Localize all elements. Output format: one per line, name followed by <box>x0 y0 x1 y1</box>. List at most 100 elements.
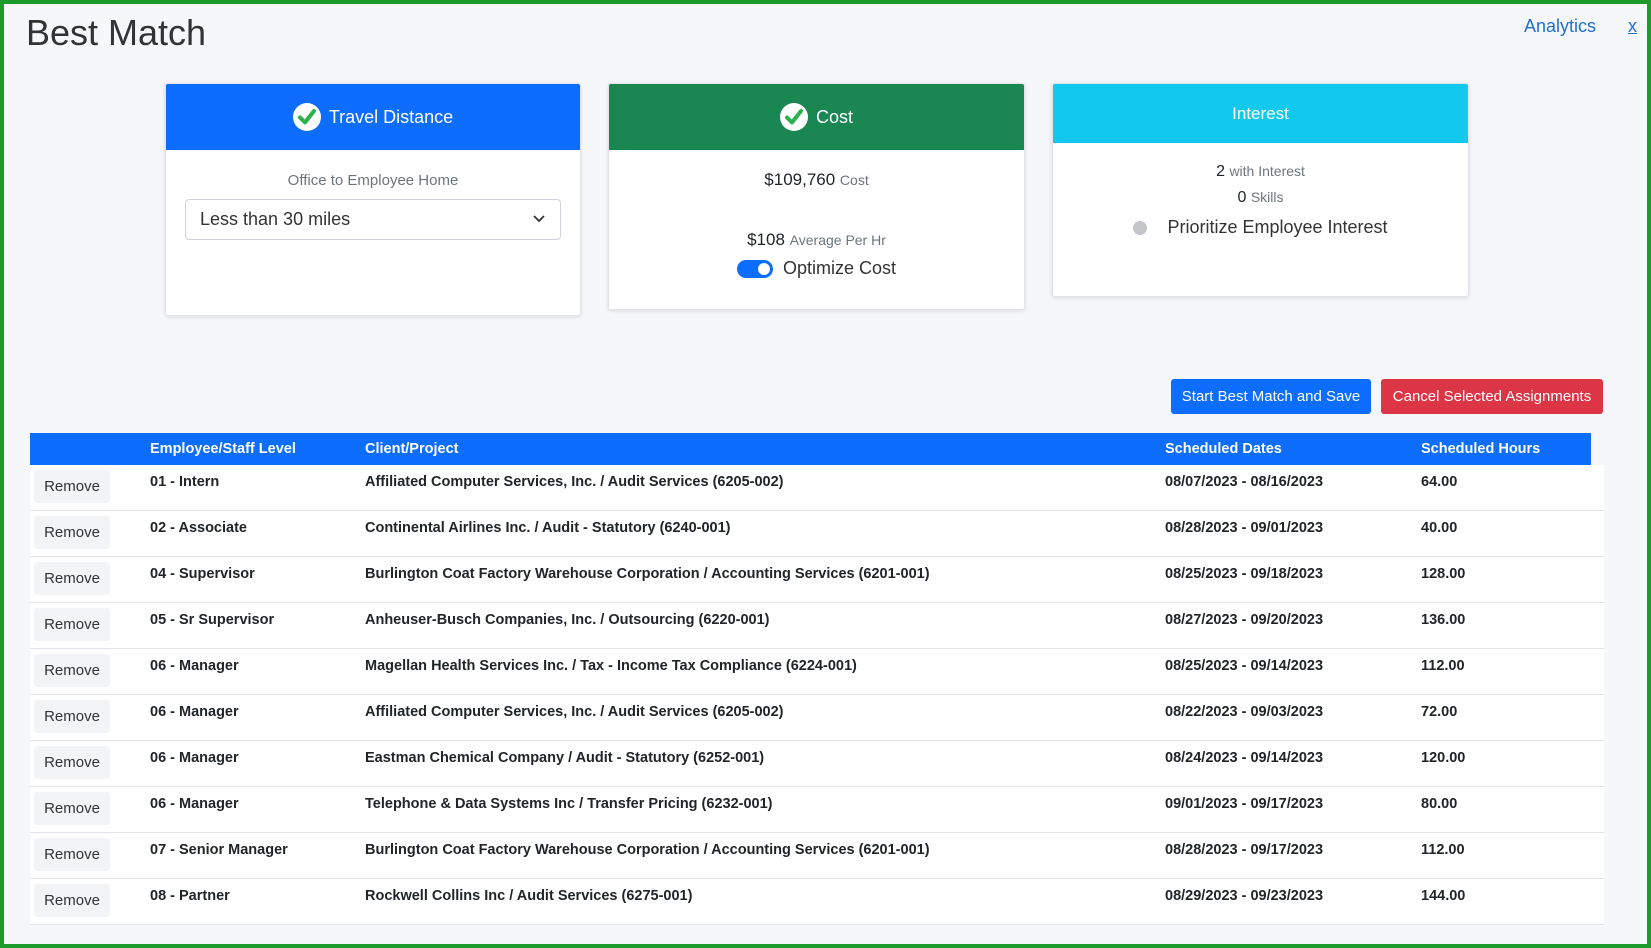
employee-level-cell: 02 - Associate <box>150 520 247 536</box>
close-link[interactable]: x <box>1628 16 1637 37</box>
header-client-project: Client/Project <box>365 441 459 457</box>
total-cost: $109,760 Cost <box>609 170 1024 190</box>
assignments-table: Employee/Staff Level Client/Project Sche… <box>30 433 1604 925</box>
start-best-match-button[interactable]: Start Best Match and Save <box>1171 379 1371 414</box>
check-circle-icon <box>292 103 321 131</box>
remove-button[interactable]: Remove <box>34 516 110 549</box>
remove-cell: Remove <box>30 741 150 779</box>
interest-header: Interest <box>1053 84 1468 143</box>
optimize-cost-toggle[interactable] <box>736 259 773 278</box>
remove-cell: Remove <box>30 833 150 871</box>
scheduled-hours-cell: 40.00 <box>1421 520 1458 536</box>
interest-title: Interest <box>1232 103 1289 123</box>
scheduled-dates-cell: 09/01/2023 - 09/17/2023 <box>1165 796 1324 812</box>
page-title: Best Match <box>26 12 207 53</box>
employee-level-cell: 06 - Manager <box>150 796 239 812</box>
total-cost-label: Cost <box>839 172 869 188</box>
client-project-cell: Burlington Coat Factory Warehouse Corpor… <box>365 842 930 858</box>
remove-cell: Remove <box>30 603 150 641</box>
scheduled-dates-cell: 08/25/2023 - 09/14/2023 <box>1165 658 1324 674</box>
remove-button[interactable]: Remove <box>34 838 110 871</box>
scheduled-hours-cell: 80.00 <box>1421 796 1458 812</box>
scheduled-hours-cell: 72.00 <box>1421 704 1458 720</box>
table-row: Remove 06 - Manager Telephone & Data Syste… <box>30 787 1604 833</box>
interest-count-line: 2 with Interest <box>1053 163 1468 181</box>
client-project-cell: Burlington Coat Factory Warehouse Corpor… <box>365 566 930 582</box>
interest-count-label: with Interest <box>1229 163 1305 179</box>
scheduled-dates-cell: 08/28/2023 - 09/17/2023 <box>1165 842 1324 858</box>
employee-level-cell: 06 - Manager <box>150 750 239 766</box>
average-cost-label: Average Per Hr <box>789 232 886 248</box>
scheduled-dates-cell: 08/24/2023 - 09/14/2023 <box>1165 750 1324 766</box>
scheduled-hours-cell: 120.00 <box>1421 750 1466 766</box>
table-row: Remove 06 - Manager Eastman Chemical Compa… <box>30 741 1604 787</box>
scheduled-hours-cell: 136.00 <box>1421 612 1466 628</box>
remove-button[interactable]: Remove <box>34 470 110 503</box>
remove-button[interactable]: Remove <box>34 792 110 825</box>
client-project-cell: Magellan Health Services Inc. / Tax - In… <box>365 658 857 674</box>
chevron-down-icon <box>532 209 546 230</box>
employee-level-cell: 06 - Manager <box>150 658 239 674</box>
remove-cell: Remove <box>30 695 150 733</box>
scheduled-dates-cell: 08/29/2023 - 09/23/2023 <box>1165 888 1324 904</box>
prioritize-interest-row: Prioritize Employee Interest <box>1053 217 1468 238</box>
client-project-cell: Rockwell Collins Inc / Audit Services (6… <box>365 888 693 904</box>
total-cost-value: $109,760 <box>764 170 836 189</box>
skills-count: 0 <box>1237 189 1247 206</box>
travel-distance-subtitle: Office to Employee Home <box>287 172 459 189</box>
remove-cell: Remove <box>30 879 150 917</box>
scheduled-dates-cell: 08/25/2023 - 09/18/2023 <box>1165 566 1324 582</box>
remove-button[interactable]: Remove <box>34 654 110 687</box>
scheduled-dates-cell: 08/28/2023 - 09/01/2023 <box>1165 520 1324 536</box>
cancel-assignments-button[interactable]: Cancel Selected Assignments <box>1381 379 1603 414</box>
remove-button[interactable]: Remove <box>34 700 110 733</box>
header-scheduled-hours: Scheduled Hours <box>1421 441 1541 457</box>
table-row: Remove 06 - Manager Affiliated Computer Se… <box>30 695 1604 741</box>
interest-count: 2 <box>1216 163 1225 180</box>
remove-button[interactable]: Remove <box>34 608 110 641</box>
skills-count-label: Skills <box>1250 189 1284 205</box>
remove-cell: Remove <box>30 511 150 549</box>
table-row: Remove 04 - Supervisor Burlington Coat Fac… <box>30 557 1604 603</box>
header-employee-level: Employee/Staff Level <box>150 441 296 457</box>
remove-button[interactable]: Remove <box>34 746 110 779</box>
optimize-cost-row: Optimize Cost <box>609 258 1024 279</box>
best-match-window: Best Match Analytics x Travel Distance O… <box>0 0 1651 948</box>
employee-level-cell: 01 - Intern <box>150 474 220 490</box>
travel-distance-header: Travel Distance <box>166 84 580 150</box>
travel-distance-title: Travel Distance <box>328 106 454 127</box>
remove-cell: Remove <box>30 557 150 595</box>
scheduled-hours-cell: 64.00 <box>1421 474 1458 490</box>
distance-select-value: Less than 30 miles <box>200 209 351 229</box>
scheduled-hours-cell: 112.00 <box>1421 842 1465 858</box>
client-project-cell: Affiliated Computer Services, Inc. / Aud… <box>365 704 784 720</box>
table-row: Remove 06 - Manager Magellan Health Servic… <box>30 649 1604 695</box>
scheduled-dates-cell: 08/07/2023 - 08/16/2023 <box>1165 474 1324 490</box>
client-project-cell: Eastman Chemical Company / Audit - Statu… <box>365 750 765 766</box>
cost-header: Cost <box>609 84 1024 150</box>
remove-cell: Remove <box>30 787 150 825</box>
header-scheduled-dates: Scheduled Dates <box>1165 441 1282 457</box>
client-project-cell: Telephone & Data Systems Inc / Transfer … <box>365 796 773 812</box>
employee-level-cell: 04 - Supervisor <box>150 566 255 582</box>
remove-button[interactable]: Remove <box>34 562 110 595</box>
distance-select[interactable]: Less than 30 miles <box>185 199 561 240</box>
cost-title: Cost <box>815 106 853 127</box>
employee-level-cell: 06 - Manager <box>150 704 239 720</box>
employee-level-cell: 05 - Sr Supervisor <box>150 612 275 628</box>
optimize-cost-label: Optimize Cost <box>782 258 897 278</box>
scheduled-dates-cell: 08/22/2023 - 09/03/2023 <box>1165 704 1324 720</box>
table-row: Remove 01 - Intern Affiliated Computer Ser… <box>30 465 1604 511</box>
remove-button[interactable]: Remove <box>34 884 110 917</box>
table-row: Remove 05 - Sr Supervisor Anheuser-Busch C… <box>30 603 1604 649</box>
table-row: Remove 07 - Senior Manager Burlington Coat… <box>30 833 1604 879</box>
prioritize-interest-label: Prioritize Employee Interest <box>1167 217 1388 237</box>
skills-count-line: 0 Skills <box>1053 189 1468 207</box>
prioritize-interest-radio[interactable] <box>1133 220 1148 235</box>
scheduled-hours-cell: 144.00 <box>1421 888 1466 904</box>
average-cost-value: $108 <box>747 230 785 249</box>
remove-cell: Remove <box>30 465 150 503</box>
analytics-link[interactable]: Analytics <box>1524 16 1596 37</box>
average-cost: $108 Average Per Hr <box>609 230 1024 250</box>
cost-card: Cost $109,760 Cost $108 Average Per Hr O… <box>608 83 1025 310</box>
